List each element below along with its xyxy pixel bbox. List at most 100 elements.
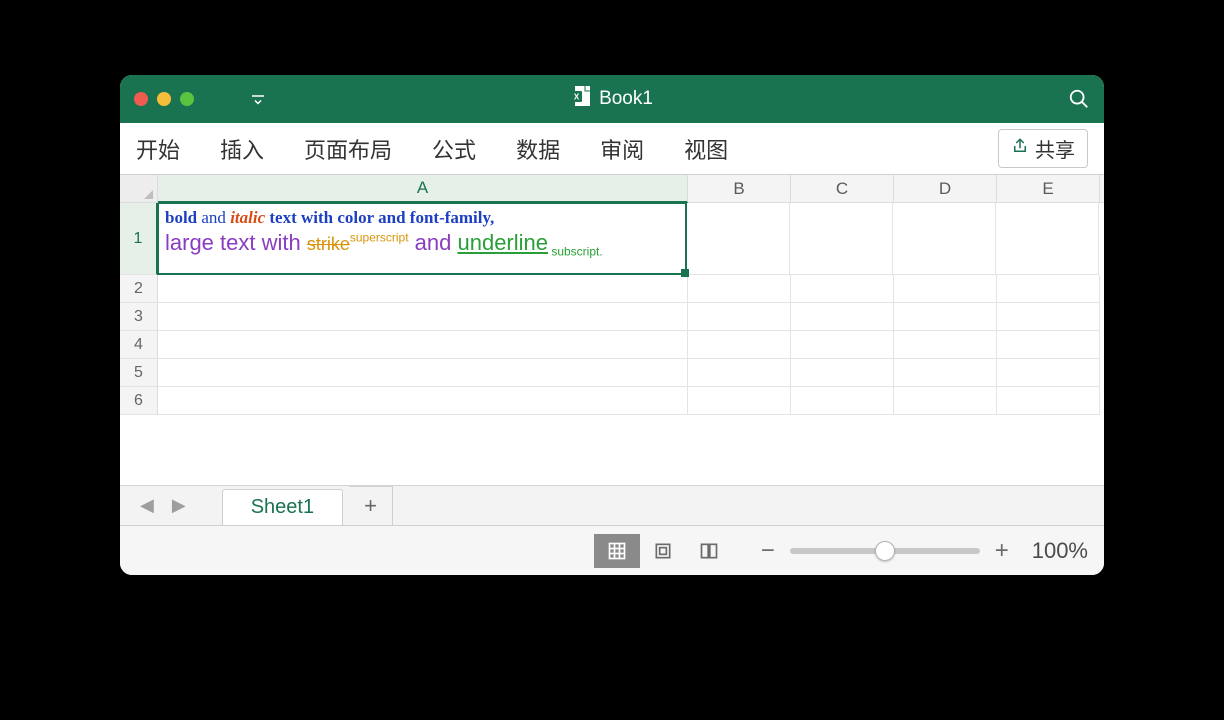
- document-title: Book1: [599, 88, 653, 110]
- cell-E5[interactable]: [997, 359, 1100, 387]
- cell-B2[interactable]: [688, 275, 791, 303]
- window-title: X Book1: [120, 75, 1104, 123]
- close-icon[interactable]: [134, 92, 148, 106]
- cell-D4[interactable]: [894, 331, 997, 359]
- svg-text:X: X: [574, 93, 580, 102]
- row-header-2[interactable]: 2: [120, 275, 158, 303]
- tab-home[interactable]: 开始: [136, 133, 200, 165]
- add-sheet-button[interactable]: +: [349, 486, 393, 525]
- plus-icon: +: [364, 493, 377, 519]
- cell-B3[interactable]: [688, 303, 791, 331]
- view-page-break-button[interactable]: [686, 534, 732, 568]
- column-header-D[interactable]: D: [894, 175, 997, 202]
- cell-C5[interactable]: [791, 359, 894, 387]
- text-and2: and: [409, 230, 458, 255]
- column-headers: A B C D E: [120, 175, 1104, 203]
- cell-D3[interactable]: [894, 303, 997, 331]
- customize-toolbar-icon[interactable]: [249, 90, 267, 108]
- column-header-A[interactable]: A: [158, 175, 688, 203]
- tab-layout[interactable]: 页面布局: [284, 133, 412, 165]
- page-layout-icon: [653, 541, 673, 561]
- cell-D6[interactable]: [894, 387, 997, 415]
- zoom-slider[interactable]: [790, 548, 980, 554]
- share-button[interactable]: 共享: [998, 129, 1088, 168]
- tab-formulas[interactable]: 公式: [412, 133, 496, 165]
- excel-file-icon: X: [571, 85, 591, 113]
- cell-E6[interactable]: [997, 387, 1100, 415]
- cell-C1[interactable]: [790, 203, 893, 275]
- cell-E2[interactable]: [997, 275, 1100, 303]
- cell-A6[interactable]: [158, 387, 688, 415]
- cell-A4[interactable]: [158, 331, 688, 359]
- cell-B4[interactable]: [688, 331, 791, 359]
- tab-insert[interactable]: 插入: [200, 133, 284, 165]
- cell-D5[interactable]: [894, 359, 997, 387]
- cell-C2[interactable]: [791, 275, 894, 303]
- cell-B5[interactable]: [688, 359, 791, 387]
- rows: 1 bold and italic text with color and fo…: [120, 203, 1104, 485]
- text-and: and: [201, 208, 226, 227]
- zoom-icon[interactable]: [180, 92, 194, 106]
- cell-C3[interactable]: [791, 303, 894, 331]
- zoom-slider-thumb[interactable]: [875, 541, 895, 561]
- text-bold: bold: [165, 208, 197, 227]
- row-6: 6: [120, 387, 1104, 415]
- search-button[interactable]: [1068, 88, 1090, 110]
- zoom-out-button[interactable]: −: [758, 537, 778, 565]
- cell-A3[interactable]: [158, 303, 688, 331]
- column-header-C[interactable]: C: [791, 175, 894, 202]
- cell-C4[interactable]: [791, 331, 894, 359]
- window-controls: [134, 92, 194, 106]
- sheet-nav-prev-icon[interactable]: ◀: [134, 495, 160, 516]
- text-underline: underline: [457, 230, 548, 255]
- select-all-corner[interactable]: [120, 175, 158, 202]
- row-3: 3: [120, 303, 1104, 331]
- cell-C6[interactable]: [791, 387, 894, 415]
- sheet-tab-bar: ◀ ▶ Sheet1 +: [120, 485, 1104, 525]
- tab-review[interactable]: 审阅: [580, 133, 664, 165]
- share-label: 共享: [1035, 134, 1075, 163]
- cell-A1-line1: bold and italic text with color and font…: [165, 208, 679, 228]
- row-header-4[interactable]: 4: [120, 331, 158, 359]
- titlebar: X Book1: [120, 75, 1104, 123]
- cell-A1[interactable]: bold and italic text with color and font…: [157, 203, 687, 275]
- row-header-5[interactable]: 5: [120, 359, 158, 387]
- cell-D2[interactable]: [894, 275, 997, 303]
- view-normal-button[interactable]: [594, 534, 640, 568]
- text-large-prefix: large text with: [165, 230, 307, 255]
- sheet-nav-next-icon[interactable]: ▶: [166, 495, 192, 516]
- tab-data[interactable]: 数据: [496, 133, 580, 165]
- row-header-6[interactable]: 6: [120, 387, 158, 415]
- cell-B1[interactable]: [687, 203, 790, 275]
- share-icon: [1011, 137, 1029, 161]
- sheet-tab-sheet1[interactable]: Sheet1: [222, 489, 343, 525]
- cell-D1[interactable]: [893, 203, 996, 275]
- zoom-level-label[interactable]: 100%: [1032, 538, 1088, 564]
- search-icon: [1068, 88, 1090, 110]
- text-italic: italic: [230, 208, 265, 227]
- app-window: X Book1 开始 插入 页面布局 公式 数据 审阅 视图 共享: [120, 75, 1104, 575]
- cell-A2[interactable]: [158, 275, 688, 303]
- cell-A5[interactable]: [158, 359, 688, 387]
- tab-view[interactable]: 视图: [664, 133, 748, 165]
- text-subscript: subscript.: [548, 244, 603, 258]
- column-header-E[interactable]: E: [997, 175, 1100, 202]
- fill-handle[interactable]: [681, 269, 689, 277]
- column-header-B[interactable]: B: [688, 175, 791, 202]
- row-5: 5: [120, 359, 1104, 387]
- text-rest: text with color and font-family,: [269, 208, 494, 227]
- zoom-in-button[interactable]: +: [992, 537, 1012, 565]
- text-superscript: superscript: [350, 231, 409, 245]
- cell-B6[interactable]: [688, 387, 791, 415]
- spreadsheet-grid: A B C D E 1 bold and italic text with co…: [120, 175, 1104, 485]
- cell-E3[interactable]: [997, 303, 1100, 331]
- cell-E1[interactable]: [996, 203, 1099, 275]
- ribbon-tabs: 开始 插入 页面布局 公式 数据 审阅 视图 共享: [120, 123, 1104, 175]
- row-header-1[interactable]: 1: [120, 203, 158, 275]
- row-1: 1 bold and italic text with color and fo…: [120, 203, 1104, 275]
- grid-icon: [607, 541, 627, 561]
- view-page-layout-button[interactable]: [640, 534, 686, 568]
- cell-E4[interactable]: [997, 331, 1100, 359]
- minimize-icon[interactable]: [157, 92, 171, 106]
- row-header-3[interactable]: 3: [120, 303, 158, 331]
